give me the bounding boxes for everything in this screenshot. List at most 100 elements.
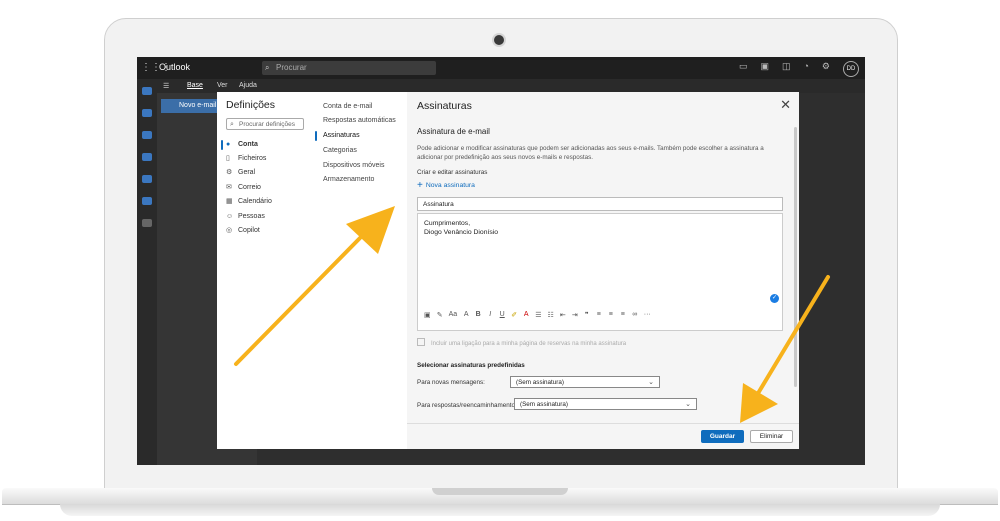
todo-icon[interactable] — [142, 153, 152, 161]
person-icon: ● — [226, 141, 231, 148]
settings-nav-ficheiros[interactable]: ▯ Ficheiros — [226, 153, 266, 165]
font-size-icon[interactable]: Aa — [449, 311, 458, 319]
new-messages-label: Para novas mensagens: — [417, 379, 485, 386]
mail-icon: ✉ — [226, 184, 232, 191]
more-icon[interactable]: ··· — [644, 311, 651, 319]
settings-nav-geral[interactable]: ⚙ Geral — [226, 167, 255, 179]
signature-name-input[interactable]: Assinatura — [417, 197, 783, 211]
font-grow-icon[interactable]: A — [463, 311, 469, 319]
defaults-title: Selecionar assinaturas predefinidas — [417, 362, 525, 369]
new-messages-value: (Sem assinatura) — [516, 379, 564, 386]
settings-nav: Definições ⌕ Procurar definições ● Conta … — [217, 92, 311, 449]
settings-nav-calendario[interactable]: ▦ Calendário — [226, 196, 272, 208]
quote-icon[interactable]: ❞ — [584, 311, 590, 319]
ribbon: ☰ Base Ver Ajuda — [157, 79, 865, 93]
settings-nav-copilot[interactable]: ◎ Copilot — [226, 225, 260, 237]
subnav-item-dispositivos[interactable]: Dispositivos móveis — [323, 162, 384, 169]
align-center-icon[interactable]: ≡ — [608, 311, 614, 319]
decrease-indent-icon[interactable]: ⇤ — [560, 311, 566, 319]
search-input[interactable]: ⌕ Procurar — [262, 61, 436, 75]
booking-checkbox-label: Incluir uma ligação para a minha página … — [431, 341, 627, 347]
align-right-icon[interactable]: ≡ — [620, 311, 626, 319]
settings-nav-label: Copilot — [238, 227, 260, 234]
settings-nav-label: Conta — [238, 141, 258, 148]
subnav-item-conta-email[interactable]: Conta de e-mail — [323, 103, 372, 110]
signature-editor[interactable]: Cumprimentos, Diogo Venâncio Dionísio ✓ … — [417, 213, 783, 331]
chevron-down-icon: ⌄ — [685, 401, 691, 408]
replies-select[interactable]: (Sem assinatura) ⌄ — [514, 398, 697, 410]
bell-icon[interactable]: ◔ — [803, 61, 808, 77]
settings-nav-correio[interactable]: ✉ Correio — [226, 182, 261, 194]
signatures-panel: Assinaturas ✕ Assinatura de e-mail Pode … — [407, 92, 799, 449]
people-icon: ☺ — [226, 213, 234, 220]
settings-nav-pessoas[interactable]: ☺ Pessoas — [226, 211, 265, 223]
font-color-icon[interactable]: A — [523, 311, 529, 319]
gear-icon[interactable]: ⚙ — [822, 61, 830, 77]
bold-icon[interactable]: B — [475, 311, 481, 319]
laptop-base — [0, 488, 1000, 521]
save-button[interactable]: Guardar — [701, 430, 744, 443]
apps-icon[interactable] — [142, 219, 152, 227]
calendar-icon: ▦ — [226, 198, 233, 205]
chevron-down-icon: ⌄ — [648, 379, 654, 386]
top-bar: ⋮⋮⋮ Outlook ⌕ Procurar ▭ ▣ ◫ ◔ ⚙ DD — [137, 57, 865, 79]
meet-icon[interactable]: ▭ — [739, 61, 748, 77]
settings-nav-conta[interactable]: ● Conta — [226, 139, 258, 151]
tips-icon[interactable]: ◫ — [782, 61, 791, 77]
settings-search-input[interactable]: ⌕ Procurar definições — [226, 118, 304, 130]
menu-icon[interactable]: ☰ — [163, 82, 169, 90]
groups-icon[interactable] — [142, 175, 152, 183]
underline-icon[interactable]: U — [499, 311, 505, 319]
create-label: Criar e editar assinaturas — [417, 169, 488, 176]
format-toolbar: ▣ ✎ Aa A B I U ✐ A ☰ ☷ ⇤ ⇥ ❞ ≡ ≡ ≡ ∞ ··· — [424, 311, 651, 319]
replies-label: Para respostas/reencaminhamentos: — [417, 402, 520, 409]
subnav-item-categorias[interactable]: Categorias — [323, 147, 357, 154]
scrollbar[interactable] — [794, 127, 797, 387]
highlight-icon[interactable]: ✐ — [511, 311, 517, 319]
search-icon: ⌕ — [230, 121, 234, 128]
calendar-icon[interactable] — [142, 109, 152, 117]
webcam — [494, 35, 504, 45]
link-icon[interactable]: ∞ — [632, 311, 638, 319]
bullets-icon[interactable]: ☰ — [535, 311, 541, 319]
signature-line: Diogo Venâncio Dionísio — [424, 229, 499, 236]
tab-ajuda[interactable]: Ajuda — [239, 82, 257, 89]
new-mail-button[interactable]: Novo e-mail — [161, 99, 219, 113]
app-rail — [137, 79, 157, 465]
mail-icon[interactable] — [142, 87, 152, 95]
signature-line: Cumprimentos, — [424, 220, 471, 227]
italic-icon[interactable]: I — [487, 311, 493, 319]
settings-nav-label: Correio — [238, 184, 261, 191]
format-painter-icon[interactable]: ✎ — [437, 311, 443, 319]
footer-divider — [407, 423, 799, 424]
close-icon[interactable]: ✕ — [780, 97, 791, 113]
section-description: Pode adicionar e modificar assinaturas q… — [417, 145, 764, 161]
increase-indent-icon[interactable]: ⇥ — [572, 311, 578, 319]
tab-base[interactable]: Base — [187, 82, 203, 89]
subnav-item-armazenamento[interactable]: Armazenamento — [323, 176, 374, 183]
onedrive-icon[interactable] — [142, 197, 152, 205]
settings-nav-label: Calendário — [238, 198, 272, 205]
image-icon[interactable]: ▣ — [424, 311, 431, 319]
tab-ver[interactable]: Ver — [217, 82, 228, 89]
settings-nav-label: Pessoas — [238, 213, 265, 220]
settings-search-placeholder: Procurar definições — [239, 121, 295, 128]
new-mail-label: Novo e-mail — [179, 102, 217, 109]
subnav-item-respostas[interactable]: Respostas automáticas — [323, 117, 396, 124]
numbering-icon[interactable]: ☷ — [547, 311, 553, 319]
selection-indicator — [221, 140, 223, 150]
avatar[interactable]: DD — [843, 61, 859, 77]
align-left-icon[interactable]: ≡ — [596, 311, 602, 319]
teams-icon[interactable]: ▣ — [760, 61, 769, 77]
search-placeholder: Procurar — [276, 63, 307, 72]
new-signature-button[interactable]: + Nova assinatura — [417, 180, 475, 191]
booking-checkbox[interactable]: Incluir uma ligação para a minha página … — [417, 338, 626, 347]
subnav-item-assinaturas[interactable]: Assinaturas — [323, 132, 360, 139]
replies-value: (Sem assinatura) — [520, 401, 568, 408]
people-icon[interactable] — [142, 131, 152, 139]
search-icon: ⌕ — [265, 63, 270, 72]
panel-title: Assinaturas — [417, 100, 472, 112]
discard-button[interactable]: Eliminar — [750, 430, 793, 443]
new-messages-select[interactable]: (Sem assinatura) ⌄ — [510, 376, 660, 388]
section-title: Assinatura de e-mail — [417, 127, 490, 136]
